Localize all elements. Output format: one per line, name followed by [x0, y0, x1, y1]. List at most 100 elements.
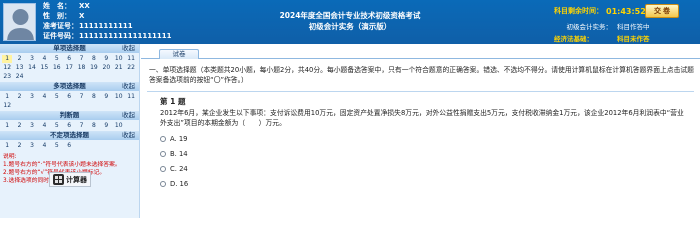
option-a[interactable]: A. 19 [160, 131, 188, 146]
question-number-link[interactable]: 1 [2, 55, 13, 63]
question-number-link[interactable]: 16 [52, 64, 62, 72]
option-a-radio[interactable] [160, 135, 166, 142]
question-number-link[interactable]: 9 [101, 93, 111, 101]
question-number-link[interactable]: 10 [114, 122, 124, 130]
question-number-link[interactable]: 22 [126, 64, 136, 72]
submit-exam-button[interactable]: 交 卷 [645, 4, 679, 18]
question-number-link[interactable]: 10 [114, 93, 124, 101]
section-header: 判断题 收起 [0, 111, 139, 120]
question-number: 第 1 题 [160, 97, 186, 106]
exam-title-line2: 初级会计实务（演示版） [308, 22, 392, 31]
id-label: 证件号码： [43, 32, 78, 40]
section-collapse-toggle[interactable]: 收起 [122, 44, 135, 53]
question-number-link[interactable]: 9 [101, 122, 111, 130]
candidate-id: 1111111111111111111 [79, 32, 172, 40]
question-number-grid: 123456 [0, 140, 139, 151]
section-collapse-toggle[interactable]: 收起 [122, 111, 135, 120]
answer-options: A. 19 B. 14 C. 24 D. 16 [160, 131, 188, 191]
question-number-link[interactable]: 3 [27, 142, 37, 150]
question-number-link[interactable]: 21 [114, 64, 124, 72]
candidate-name: XX [79, 2, 90, 10]
timer-label: 科目剩余时间： [554, 7, 603, 15]
section-title: 判断题 [59, 111, 80, 119]
section-header: 多项选择题 收起 [0, 82, 139, 91]
question-number-link[interactable]: 7 [76, 93, 86, 101]
question-number-link[interactable]: 5 [52, 55, 62, 63]
question-number-link[interactable]: 4 [39, 93, 49, 101]
question-number-link[interactable]: 2 [14, 55, 24, 63]
question-number-link[interactable]: 1 [2, 122, 12, 130]
question-number-link[interactable]: 3 [27, 55, 37, 63]
question-number-link[interactable]: 5 [52, 122, 62, 130]
question-number-link[interactable]: 8 [89, 122, 99, 130]
option-c-radio[interactable] [160, 165, 166, 172]
question-number-link[interactable]: 6 [64, 93, 74, 101]
question-number-link[interactable]: 18 [76, 64, 86, 72]
question-number-link[interactable]: 3 [27, 93, 37, 101]
question-number-link[interactable]: 1 [2, 142, 12, 150]
question-number-link[interactable]: 11 [126, 93, 136, 101]
section-header: 单项选择题 收起 [0, 44, 139, 53]
question-number-link[interactable]: 5 [52, 142, 62, 150]
timer-value: 01:43:52 [606, 6, 646, 16]
tab-exam-paper[interactable]: 试卷 [159, 49, 199, 59]
question-number-link[interactable]: 4 [39, 122, 49, 130]
section-collapse-toggle[interactable]: 收起 [122, 82, 135, 91]
question-number-link[interactable]: 6 [64, 122, 74, 130]
question-number-link[interactable]: 14 [27, 64, 37, 72]
question-sections: 单项选择题 收起 1 2 3 4 5 6 7 8 9 10 11 12 13 14 15 16 17 18 19 20 21… [0, 44, 139, 151]
option-a-label: A. 19 [170, 134, 188, 143]
question-number-link[interactable]: 3 [27, 122, 37, 130]
calculator-label: 计算器 [66, 175, 87, 184]
option-d-radio[interactable] [160, 180, 166, 187]
question-number-link[interactable]: 6 [64, 55, 74, 63]
question-number-link[interactable]: 10 [114, 55, 124, 63]
question-number-link[interactable]: 13 [14, 64, 24, 72]
exam-header: 姓 名： XX 性 别： X 准考证号： 11111111111 证件号码： 11111… [0, 0, 700, 44]
section-collapse-toggle[interactable]: 收起 [122, 131, 135, 140]
question-number-link[interactable]: 12 [2, 102, 12, 110]
candidate-ticket: 11111111111 [79, 22, 133, 30]
question-number-link[interactable]: 12 [2, 64, 12, 72]
exam-title-line1: 2024年度全国会计专业技术初级资格考试 [279, 11, 421, 20]
notes-line-1: 1.题号右方的“·”符号代表该小题未选择答案。 [3, 162, 121, 168]
section-instructions: 一、单项选择题（本类题共20小题，每小题2分，共40分。每小题备选答案中，只有一… [149, 66, 694, 84]
calculator-button[interactable]: 计算器 [49, 172, 91, 187]
law-status-label[interactable]: 经济法基础： [554, 33, 612, 43]
question-number-link[interactable]: 8 [89, 93, 99, 101]
question-number-link[interactable]: 2 [14, 142, 24, 150]
candidate-gender: X [79, 12, 85, 20]
section-header: 不定项选择题 收起 [0, 131, 139, 140]
question-number-link[interactable]: 2 [14, 122, 24, 130]
question-number-link[interactable]: 9 [101, 55, 111, 63]
question-number-link[interactable]: 17 [64, 64, 74, 72]
question-number-link[interactable]: 4 [39, 142, 49, 150]
option-b-label: B. 14 [170, 149, 188, 158]
option-c-label: C. 24 [170, 164, 188, 173]
question-number-grid: 1 2 3 4 5 6 7 8 9 10 [0, 120, 139, 131]
question-number-link[interactable]: 4 [39, 55, 49, 63]
question-number-link[interactable]: 7 [76, 122, 86, 130]
exam-title: 2024年度全国会计专业技术初级资格考试 初级会计实务（演示版） [260, 10, 440, 32]
question-number-link[interactable]: 15 [39, 64, 49, 72]
subject-status-value: 科目作答中 [617, 23, 650, 31]
law-status-value: 科目未作答 [617, 35, 650, 43]
option-c[interactable]: C. 24 [160, 161, 188, 176]
question-number-link[interactable]: 2 [14, 93, 24, 101]
question-number-link[interactable]: 11 [126, 55, 136, 63]
question-number-link[interactable]: 7 [76, 55, 86, 63]
question-number-link[interactable]: 19 [89, 64, 99, 72]
option-b-radio[interactable] [160, 150, 166, 157]
name-label: 姓 名： [43, 2, 71, 10]
option-d-label: D. 16 [170, 179, 189, 188]
question-number-link[interactable]: 5 [52, 93, 62, 101]
option-b[interactable]: B. 14 [160, 146, 188, 161]
question-number-link[interactable]: 6 [64, 142, 74, 150]
question-number-link[interactable]: 20 [101, 64, 111, 72]
question-number-link[interactable]: 8 [89, 55, 99, 63]
question-number-link[interactable]: 24 [14, 73, 24, 81]
option-d[interactable]: D. 16 [160, 176, 188, 191]
question-number-link[interactable]: 1 [2, 93, 12, 101]
question-number-link[interactable]: 23 [2, 73, 12, 81]
subject-status-label: 初级会计实务： [566, 23, 613, 31]
